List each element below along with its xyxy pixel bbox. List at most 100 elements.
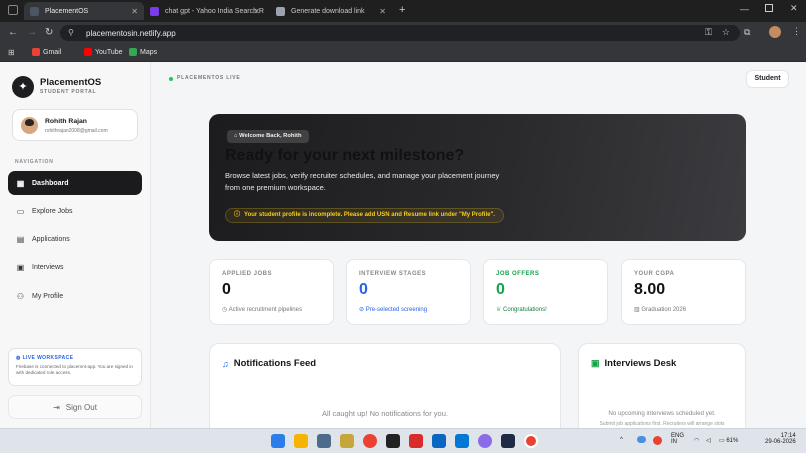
stat-value: 0 (359, 281, 368, 298)
sidebar: ✦ PlacementOS STUDENT PORTAL Rohith Raja… (0, 62, 151, 428)
sign-out-label: Sign Out (65, 402, 97, 412)
address-bar[interactable]: ⚲ placementosin.netlify.app ⚿ ☆ (60, 25, 740, 41)
tab-yahoo-search[interactable]: chat gpt - Yahoo India Search R ✕ (144, 2, 266, 20)
file-explorer-icon[interactable] (294, 434, 308, 448)
app-icon[interactable] (386, 434, 400, 448)
sidebar-item-interviews[interactable]: ▣ Interviews (8, 255, 142, 279)
forward-icon[interactable]: → (27, 27, 37, 38)
interviews-title-text: Interviews Desk (604, 358, 677, 369)
role-button[interactable]: Student (746, 70, 789, 88)
close-icon[interactable]: ✕ (131, 7, 138, 16)
window-close-icon[interactable]: ✕ (790, 3, 798, 14)
battery-indicator[interactable]: ▭ 61% (719, 437, 738, 444)
notifications-title-text: Notifications Feed (233, 358, 317, 369)
globe-icon (276, 6, 285, 16)
bookmark-gmail[interactable]: Gmail (32, 48, 61, 56)
document-icon: ▤ (16, 234, 25, 244)
app-icon[interactable] (501, 434, 515, 448)
stat-label: APPLIED JOBS (222, 271, 273, 277)
linkedin-icon[interactable] (432, 434, 446, 448)
close-icon[interactable]: ✕ (379, 7, 386, 16)
hero-banner: ⌂ Welcome Back, Rohith Ready for your ne… (209, 114, 746, 241)
apps-grid-icon[interactable]: ⊞ (8, 48, 15, 57)
logo-icon: ✦ (12, 76, 34, 98)
key-icon[interactable]: ⚿ (705, 27, 712, 38)
stat-subtext-label: Active recruitment pipelines (228, 307, 302, 313)
copilot-icon[interactable] (478, 434, 492, 448)
tray-expand-icon[interactable]: ^ (620, 437, 623, 443)
vscode-icon[interactable] (455, 434, 469, 448)
warning-text: Your student profile is incomplete. Plea… (244, 212, 495, 218)
sign-out-button[interactable]: ⇥ Sign Out (8, 395, 142, 419)
interviews-hint: Submit job applications first. Recruiter… (599, 421, 725, 427)
dashboard-icon: ▦ (16, 178, 25, 188)
app-icon[interactable] (317, 434, 331, 448)
interviews-empty: No upcoming interviews scheduled yet. (608, 410, 716, 417)
browser-tab-bar: PlacementOS ✕ chat gpt - Yahoo India Sea… (0, 0, 806, 22)
tab-title: PlacementOS (45, 7, 89, 15)
sidebar-item-my-profile[interactable]: ⚇ My Profile (8, 284, 142, 308)
chrome-icon[interactable] (363, 434, 377, 448)
stat-value: 8.00 (634, 281, 666, 298)
battery-text: 61% (726, 438, 739, 444)
tab-generate-link[interactable]: Generate download link ✕ (270, 2, 392, 20)
reload-icon[interactable]: ↻ (45, 27, 53, 38)
clock[interactable]: 17:14 29-06-2026 (765, 433, 796, 445)
profile-avatar-icon[interactable] (769, 26, 781, 38)
user-email: rohithrajan2008@gmail.com (45, 128, 108, 134)
stat-subtext-label: Congratulations! (503, 307, 547, 313)
stat-value: 0 (496, 281, 505, 298)
brand-subtitle: STUDENT PORTAL (40, 89, 97, 95)
stat-label: JOB OFFERS (496, 271, 540, 277)
sidebar-item-explore-jobs[interactable]: ▭ Explore Jobs (8, 199, 142, 223)
site-info-icon[interactable]: ⚲ (68, 28, 74, 37)
star-icon[interactable]: ☆ (722, 27, 730, 38)
start-icon[interactable] (271, 434, 285, 448)
bookmark-maps[interactable]: Maps (129, 48, 157, 56)
bookmark-label: Gmail (43, 48, 62, 56)
live-status-text: PLACEMENTOS LIVE (177, 75, 241, 81)
workspace-text: Firebase is connected to placemnt-app. Y… (16, 364, 133, 375)
sidebar-item-dashboard[interactable]: ▦ Dashboard (8, 171, 142, 195)
word-icon[interactable] (340, 434, 354, 448)
hero-title: Ready for your next milestone? (225, 147, 465, 164)
notifications-empty: All caught up! No notifications for you. (322, 409, 448, 418)
stat-label: INTERVIEW STAGES (359, 271, 427, 277)
tab-search-icon[interactable] (8, 5, 18, 15)
close-icon[interactable]: ✕ (253, 7, 260, 16)
sidebar-item-label: Explore Jobs (32, 207, 73, 215)
stat-value: 0 (222, 281, 231, 298)
wps-icon[interactable] (409, 434, 423, 448)
date-text: 29-06-2026 (765, 439, 796, 445)
bookmark-label: YouTube (95, 48, 123, 56)
briefcase-icon: ▭ (16, 206, 25, 216)
minimize-icon[interactable]: — (740, 4, 749, 14)
workspace-title: ◍ LIVE WORKSPACE (16, 355, 74, 361)
browser-toolbar: ← → ↻ ⚲ placementosin.netlify.app ⚿ ☆ ⧉ … (0, 22, 806, 44)
tab-placementos[interactable]: PlacementOS ✕ (24, 2, 144, 20)
workspace-title-text: LIVE WORKSPACE (22, 355, 74, 361)
stat-subtext: ⊘ Pre-selected screening (359, 307, 428, 313)
chrome-active-icon[interactable] (524, 434, 538, 448)
restore-icon[interactable] (765, 4, 773, 12)
profile-warning: ⓘ Your student profile is incomplete. Ple… (225, 208, 504, 223)
youtube-icon (84, 48, 92, 56)
user-card[interactable]: Rohith Rajan rohithrajan2008@gmail.com (12, 109, 138, 141)
calendar-icon: ▣ (591, 358, 600, 368)
user-icon: ⚇ (16, 291, 25, 301)
onedrive-icon[interactable] (637, 436, 646, 443)
app-tray-icon[interactable] (653, 436, 662, 445)
menu-icon[interactable]: ⋮ (792, 26, 801, 37)
language-indicator[interactable]: ENG IN (671, 433, 684, 445)
sidebar-item-label: Interviews (32, 263, 64, 271)
sidebar-item-applications[interactable]: ▤ Applications (8, 227, 142, 251)
extensions-icon[interactable]: ⧉ (744, 27, 750, 38)
stat-subtext: ♕ Congratulations! (496, 307, 547, 313)
bookmark-youtube[interactable]: YouTube (84, 48, 123, 56)
stat-card-applied-jobs: APPLIED JOBS 0 ◷ Active recruitment pipe… (209, 259, 334, 325)
wifi-icon[interactable]: ◠ (694, 437, 699, 444)
new-tab-button[interactable]: + (399, 4, 405, 16)
volume-icon[interactable]: ◁ (706, 437, 711, 444)
live-status-dot-icon (169, 77, 173, 81)
back-icon[interactable]: ← (8, 27, 18, 38)
